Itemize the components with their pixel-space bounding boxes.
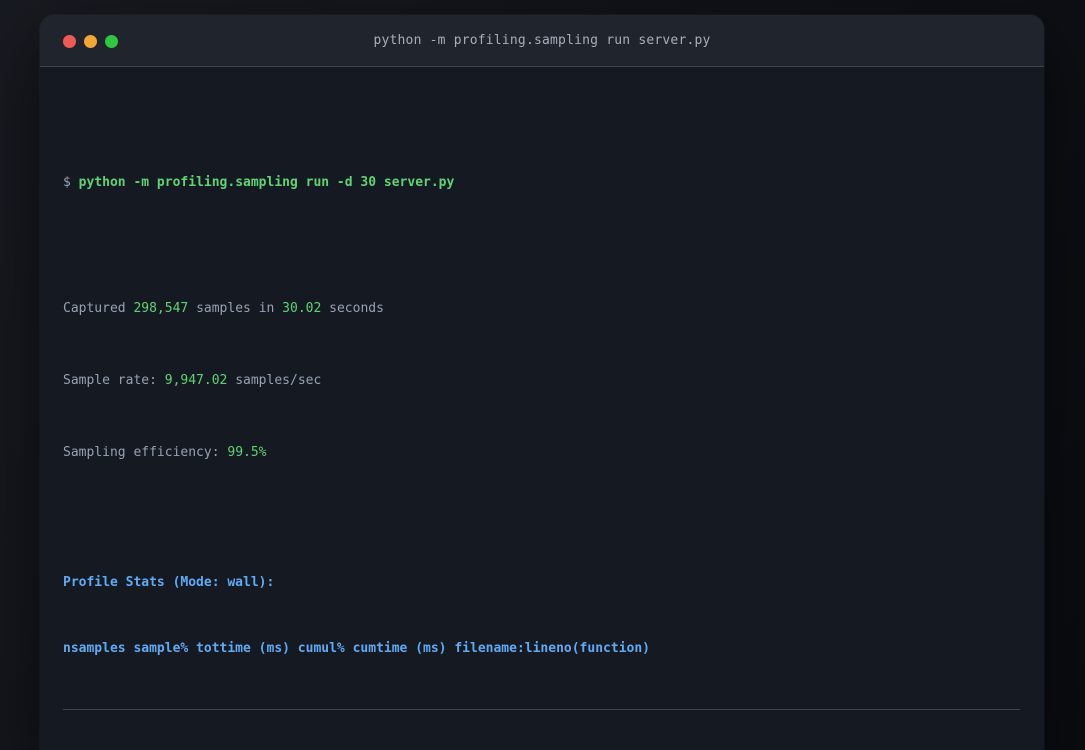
close-button[interactable] (63, 34, 76, 48)
profile-table-header: nsamples sample% tottime (ms) cumul% cum… (63, 641, 650, 656)
titlebar[interactable]: python -m profiling.sampling run server.… (40, 15, 1044, 67)
sample-rate-label: Sample rate: (63, 373, 165, 388)
profile-stats-title: Profile Stats (Mode: wall): (63, 575, 275, 590)
command-text: python -m profiling.sampling run -d 30 s… (78, 175, 455, 190)
sample-rate-value: 9,947.02 (164, 373, 228, 388)
terminal-window: python -m profiling.sampling run server.… (40, 15, 1044, 750)
captured-samples-value: 298,547 (133, 301, 189, 316)
captured-label: Captured (63, 301, 134, 316)
captured-label-mid: samples in (188, 301, 283, 316)
sample-rate-unit: samples/sec (227, 373, 322, 388)
window-title: python -m profiling.sampling run server.… (373, 33, 711, 48)
captured-seconds-value: 30.02 (282, 301, 322, 316)
terminal-output: $ python -m profiling.sampling run -d 30… (40, 67, 1044, 750)
maximize-button[interactable] (105, 34, 118, 48)
header-divider (63, 709, 1020, 710)
prompt-symbol: $ (63, 175, 79, 190)
efficiency-value: 99.5% (227, 445, 267, 460)
command-line: $ python -m profiling.sampling run -d 30… (63, 172, 1020, 194)
sample-rate-line: Sample rate: 9,947.02 samples/sec (63, 370, 1020, 392)
desktop-background: python -m profiling.sampling run server.… (0, 0, 1085, 750)
captured-label-post: seconds (321, 301, 384, 316)
efficiency-line: Sampling efficiency: 99.5% (63, 442, 1020, 464)
traffic-lights (63, 15, 118, 67)
minimize-button[interactable] (84, 34, 97, 48)
efficiency-label: Sampling efficiency: (63, 445, 228, 460)
captured-line: Captured 298,547 samples in 30.02 second… (63, 298, 1020, 320)
